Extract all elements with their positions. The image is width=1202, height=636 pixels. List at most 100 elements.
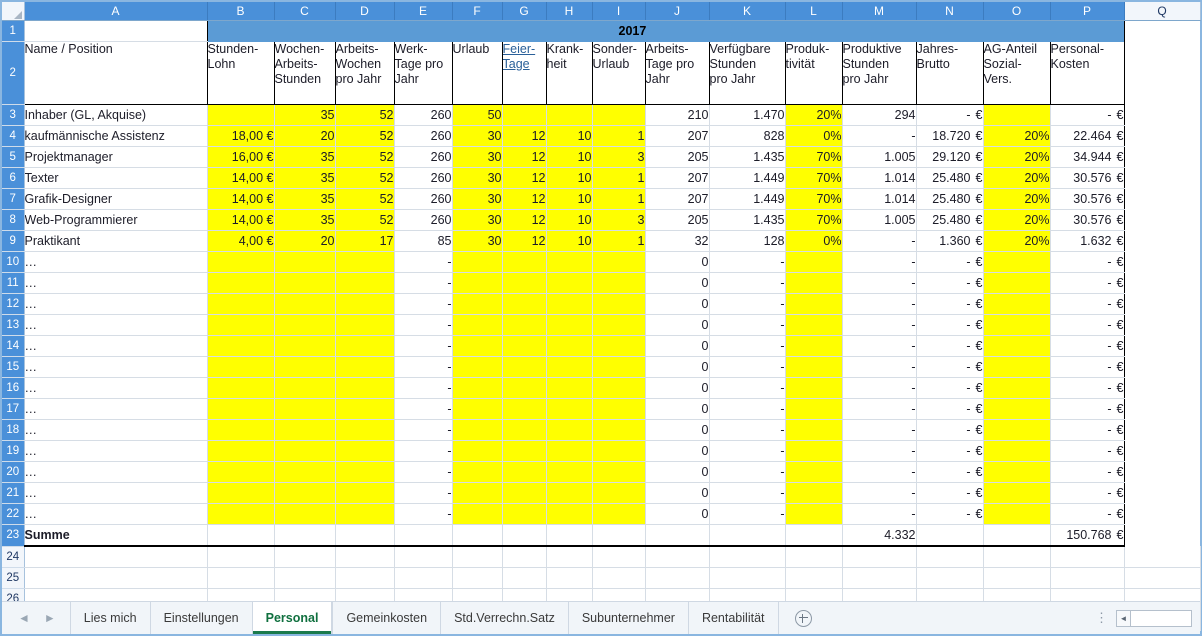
row-header-11[interactable]: 11 [2, 273, 24, 294]
cell-l20[interactable] [785, 462, 842, 483]
cell-k10[interactable]: - [709, 252, 785, 273]
cell-p8[interactable]: 30.576€ [1050, 210, 1124, 231]
year-band-cell[interactable]: 2017 [207, 21, 1124, 42]
sheet-row-2[interactable]: 2Name / PositionStunden-LohnWochen-Arbei… [2, 42, 1200, 105]
column-header-e[interactable]: E [394, 2, 452, 21]
cell-g12[interactable] [502, 294, 546, 315]
cell-o20[interactable] [983, 462, 1050, 483]
cell-c20[interactable] [274, 462, 335, 483]
row-header-23[interactable]: 23 [2, 525, 24, 547]
cell-p6[interactable]: 30.576€ [1050, 168, 1124, 189]
cell-i6[interactable]: 1 [592, 168, 645, 189]
cell-m6[interactable]: 1.014 [842, 168, 916, 189]
cell-g21[interactable] [502, 483, 546, 504]
cell-d16[interactable] [335, 378, 394, 399]
cell-b14[interactable] [207, 336, 274, 357]
row-header-7[interactable]: 7 [2, 189, 24, 210]
cell-q20[interactable] [1124, 462, 1200, 483]
cell-d14[interactable] [335, 336, 394, 357]
cell-g19[interactable] [502, 441, 546, 462]
cell-h25[interactable] [546, 568, 592, 589]
cell-m8[interactable]: 1.005 [842, 210, 916, 231]
cell-b10[interactable] [207, 252, 274, 273]
cell-o21[interactable] [983, 483, 1050, 504]
column-header-d[interactable]: D [335, 2, 394, 21]
table-row[interactable]: 9Praktikant4,00 €2017853012101321280%-1.… [2, 231, 1200, 252]
cell-i15[interactable] [592, 357, 645, 378]
cell-p9[interactable]: 1.632€ [1050, 231, 1124, 252]
header-cell-f[interactable]: Urlaub [452, 42, 502, 105]
cell-n4[interactable]: 18.720€ [916, 126, 983, 147]
cell-h20[interactable] [546, 462, 592, 483]
cell-d20[interactable] [335, 462, 394, 483]
cell-g6[interactable]: 12 [502, 168, 546, 189]
cell-g3[interactable] [502, 105, 546, 126]
cell-k17[interactable]: - [709, 399, 785, 420]
cell-h21[interactable] [546, 483, 592, 504]
row-header-24[interactable]: 24 [2, 546, 24, 568]
cell-d4[interactable]: 52 [335, 126, 394, 147]
cell-c18[interactable] [274, 420, 335, 441]
cell-g11[interactable] [502, 273, 546, 294]
add-sheet-button[interactable] [779, 602, 828, 634]
cell-g24[interactable] [502, 546, 546, 568]
cell-f9[interactable]: 30 [452, 231, 502, 252]
cell-name-position[interactable]: Grafik-Designer [24, 189, 207, 210]
cell-g17[interactable] [502, 399, 546, 420]
cell-d13[interactable] [335, 315, 394, 336]
cell-m24[interactable] [842, 546, 916, 568]
cell-b19[interactable] [207, 441, 274, 462]
row-header-3[interactable]: 3 [2, 105, 24, 126]
cell-p25[interactable] [1050, 568, 1124, 589]
cell-o6[interactable]: 20% [983, 168, 1050, 189]
cell-m22[interactable]: - [842, 504, 916, 525]
cell-p10[interactable]: -€ [1050, 252, 1124, 273]
column-header-o[interactable]: O [983, 2, 1050, 21]
cell-e13[interactable]: - [394, 315, 452, 336]
cell-q21[interactable] [1124, 483, 1200, 504]
select-all-corner[interactable] [2, 2, 24, 21]
cell-l8[interactable]: 70% [785, 210, 842, 231]
cell-i11[interactable] [592, 273, 645, 294]
cell-o24[interactable] [983, 546, 1050, 568]
cell-i9[interactable]: 1 [592, 231, 645, 252]
cell-j12[interactable]: 0 [645, 294, 709, 315]
cell-h22[interactable] [546, 504, 592, 525]
cell-m25[interactable] [842, 568, 916, 589]
cell-m19[interactable]: - [842, 441, 916, 462]
summary-cell-h[interactable] [546, 525, 592, 547]
cell-i5[interactable]: 3 [592, 147, 645, 168]
cell-g13[interactable] [502, 315, 546, 336]
cell-o22[interactable] [983, 504, 1050, 525]
cell-g7[interactable]: 12 [502, 189, 546, 210]
cell-q13[interactable] [1124, 315, 1200, 336]
cell-c7[interactable]: 35 [274, 189, 335, 210]
cell-h18[interactable] [546, 420, 592, 441]
empty-row[interactable]: 25 [2, 568, 1200, 589]
cell-e6[interactable]: 260 [394, 168, 452, 189]
cell-l9[interactable]: 0% [785, 231, 842, 252]
cell-a1[interactable] [24, 21, 207, 42]
cell-l25[interactable] [785, 568, 842, 589]
cell-b9[interactable]: 4,00 € [207, 231, 274, 252]
row-header-14[interactable]: 14 [2, 336, 24, 357]
cell-g5[interactable]: 12 [502, 147, 546, 168]
cell-h14[interactable] [546, 336, 592, 357]
cell-q14[interactable] [1124, 336, 1200, 357]
cell-e5[interactable]: 260 [394, 147, 452, 168]
header-cell-o[interactable]: AG-AnteilSozial-Vers. [983, 42, 1050, 105]
cell-p12[interactable]: -€ [1050, 294, 1124, 315]
cell-e10[interactable]: - [394, 252, 452, 273]
summary-cell-e[interactable] [394, 525, 452, 547]
column-header-n[interactable]: N [916, 2, 983, 21]
cell-j10[interactable]: 0 [645, 252, 709, 273]
cell-c13[interactable] [274, 315, 335, 336]
cell-c10[interactable] [274, 252, 335, 273]
header-cell-c[interactable]: Wochen-Arbeits-Stunden [274, 42, 335, 105]
cell-i19[interactable] [592, 441, 645, 462]
header-cell-g[interactable]: Feier-Tage [502, 42, 546, 105]
table-row[interactable]: 17…-0---€-€ [2, 399, 1200, 420]
cell-l19[interactable] [785, 441, 842, 462]
cell-e8[interactable]: 260 [394, 210, 452, 231]
cell-n17[interactable]: -€ [916, 399, 983, 420]
